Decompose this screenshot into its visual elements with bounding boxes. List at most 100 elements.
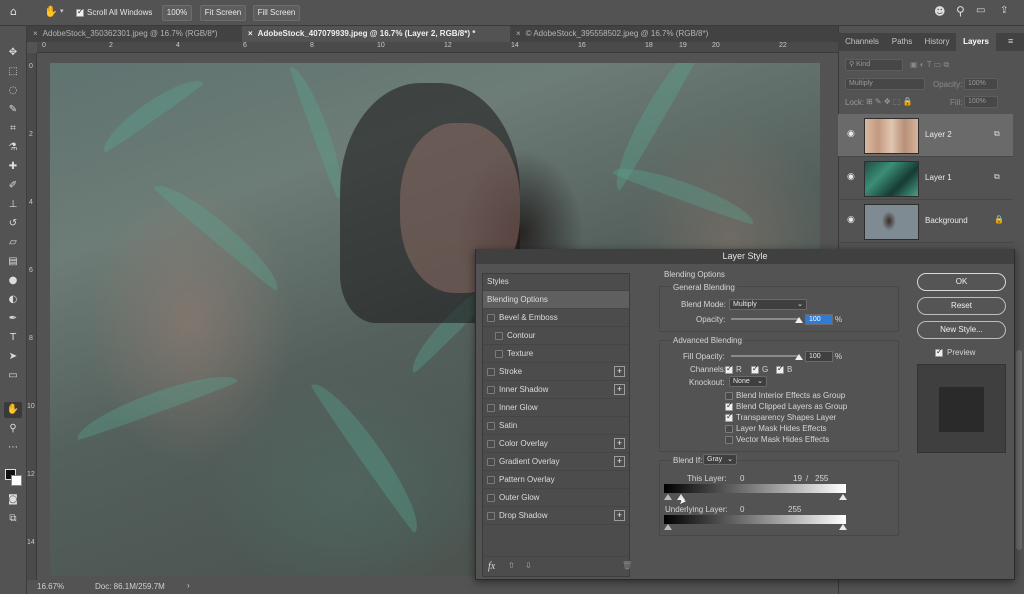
opacity-input[interactable]: 100: [805, 314, 833, 325]
history-brush-tool-icon[interactable]: ↺: [4, 216, 22, 232]
healing-brush-tool-icon[interactable]: ✚: [4, 159, 22, 175]
opacity-slider-track[interactable]: [731, 318, 799, 320]
layer-mask-hides-effects-option[interactable]: Layer Mask Hides Effects: [725, 424, 827, 433]
style-checkbox[interactable]: [487, 313, 495, 322]
channel-r-checkbox[interactable]: [725, 364, 733, 374]
layer-name[interactable]: Background: [925, 216, 968, 225]
visibility-eye-icon[interactable]: ◉: [847, 172, 855, 182]
style-item-satin[interactable]: Satin: [483, 417, 629, 435]
move-down-icon[interactable]: ⇩: [525, 561, 532, 570]
fill-opacity-slider-thumb[interactable]: [795, 354, 803, 360]
blur-tool-icon[interactable]: ●: [4, 273, 22, 289]
style-item-bevel-emboss[interactable]: Bevel & Emboss: [483, 309, 629, 327]
workspace-icon[interactable]: ▭: [976, 5, 985, 16]
add-inner-shadow-plus-icon[interactable]: +: [614, 384, 625, 395]
layer-kind-filter[interactable]: ⚲ Kind: [845, 59, 903, 71]
tool-preset-chevron-icon[interactable]: ▾: [60, 7, 64, 15]
visibility-eye-icon[interactable]: ◉: [847, 215, 855, 225]
channel-g-checkbox[interactable]: [751, 364, 759, 374]
zoom-100-button[interactable]: 100%: [162, 5, 192, 21]
layer-row-layer-2[interactable]: ◉ Layer 2 ⧉: [838, 114, 1013, 157]
style-item-gradient-overlay[interactable]: Gradient Overlay +: [483, 453, 629, 471]
rectangle-tool-icon[interactable]: ▭: [4, 368, 22, 384]
home-icon[interactable]: ⌂: [10, 5, 17, 18]
more-tools-icon[interactable]: ⋯: [4, 440, 22, 456]
style-checkbox[interactable]: [495, 349, 503, 358]
quick-mask-icon[interactable]: ◙: [4, 492, 22, 508]
ok-button[interactable]: OK: [917, 273, 1006, 291]
clone-stamp-tool-icon[interactable]: ⊥: [4, 197, 22, 213]
channel-b-checkbox[interactable]: [776, 364, 784, 374]
user-icon[interactable]: ☻: [934, 5, 945, 18]
tab-document-1[interactable]: × AdobeStock_350362301.jpeg @ 16.7% (RGB/…: [27, 26, 242, 42]
option-checkbox[interactable]: [725, 435, 733, 444]
option-checkbox[interactable]: [725, 412, 733, 422]
option-checkbox[interactable]: [725, 391, 733, 400]
layer-row-layer-1[interactable]: ◉ Layer 1 ⧉: [838, 157, 1013, 200]
tab-paths[interactable]: Paths: [886, 33, 918, 51]
panel-menu-icon[interactable]: ≡: [1008, 36, 1013, 46]
gradient-tool-icon[interactable]: ▤: [4, 254, 22, 270]
trash-icon[interactable]: 🗑: [622, 561, 632, 570]
this-layer-black-split-thumb[interactable]: [664, 494, 672, 500]
lasso-tool-icon[interactable]: ◌: [4, 83, 22, 99]
lock-options-icons[interactable]: ⊞ ✎ ✥ ⬚ 🔒: [866, 97, 913, 106]
style-checkbox[interactable]: [487, 403, 495, 412]
add-stroke-plus-icon[interactable]: +: [614, 366, 625, 377]
tab-channels[interactable]: Channels: [838, 33, 886, 51]
new-style-button[interactable]: New Style...: [917, 321, 1006, 339]
crop-tool-icon[interactable]: ⌗: [4, 121, 22, 137]
fill-opacity-slider-track[interactable]: [731, 355, 799, 357]
layer-fill-field[interactable]: 100%: [964, 96, 998, 108]
background-color-swatch[interactable]: [11, 475, 22, 486]
close-tab-icon[interactable]: ×: [33, 29, 38, 38]
pen-tool-icon[interactable]: ✒: [4, 311, 22, 327]
fx-icon[interactable]: fx: [488, 561, 495, 572]
screen-mode-icon[interactable]: ⧉: [4, 511, 22, 527]
blend-interior-effects-option[interactable]: Blend Interior Effects as Group: [725, 391, 845, 400]
quick-select-tool-icon[interactable]: ✎: [4, 102, 22, 118]
tab-layers[interactable]: Layers: [956, 33, 996, 51]
this-layer-gradient-bar[interactable]: [664, 484, 846, 493]
style-checkbox[interactable]: [487, 457, 495, 466]
style-item-color-overlay[interactable]: Color Overlay +: [483, 435, 629, 453]
move-up-icon[interactable]: ⇧: [508, 561, 515, 570]
panel-scrollbar[interactable]: [1015, 320, 1023, 590]
layer-row-background[interactable]: ◉ Background 🔒: [838, 200, 1013, 243]
hand-tool-icon[interactable]: ✋: [44, 5, 58, 18]
underlying-white-thumb[interactable]: [839, 524, 847, 530]
underlying-gradient-bar[interactable]: [664, 515, 846, 524]
this-layer-white-thumb[interactable]: [839, 494, 847, 500]
style-item-contour[interactable]: Contour: [483, 327, 629, 345]
style-item-texture[interactable]: Texture: [483, 345, 629, 363]
tab-history[interactable]: History: [918, 33, 956, 51]
style-checkbox[interactable]: [487, 511, 495, 520]
style-item-drop-shadow[interactable]: Drop Shadow +: [483, 507, 629, 525]
transparency-shapes-layer-option[interactable]: Transparency Shapes Layer: [725, 412, 836, 422]
vector-mask-hides-effects-option[interactable]: Vector Mask Hides Effects: [725, 435, 829, 444]
add-drop-shadow-plus-icon[interactable]: +: [614, 510, 625, 521]
fill-opacity-input[interactable]: 100: [805, 351, 833, 362]
eyedropper-tool-icon[interactable]: ⚗: [4, 140, 22, 156]
style-item-stroke[interactable]: Stroke +: [483, 363, 629, 381]
style-item-inner-shadow[interactable]: Inner Shadow +: [483, 381, 629, 399]
zoom-tool-icon[interactable]: ⚲: [4, 421, 22, 437]
marquee-tool-icon[interactable]: ⬚: [4, 64, 22, 80]
status-chevron-icon[interactable]: ›: [187, 581, 190, 590]
blend-clipped-layers-option[interactable]: Blend Clipped Layers as Group: [725, 401, 847, 411]
layer-name[interactable]: Layer 1: [925, 173, 952, 182]
dodge-tool-icon[interactable]: ◐: [4, 292, 22, 308]
style-checkbox[interactable]: [487, 367, 495, 376]
style-item-pattern-overlay[interactable]: Pattern Overlay: [483, 471, 629, 489]
style-checkbox[interactable]: [487, 421, 495, 430]
fill-screen-button[interactable]: Fill Screen: [253, 5, 300, 21]
move-tool-icon[interactable]: ✥: [4, 45, 22, 61]
knockout-select[interactable]: None ⌄: [729, 376, 767, 387]
type-tool-icon[interactable]: T: [4, 330, 22, 346]
fit-screen-button[interactable]: Fit Screen: [200, 5, 246, 21]
style-item-outer-glow[interactable]: Outer Glow: [483, 489, 629, 507]
share-icon[interactable]: ⇪: [1000, 5, 1008, 16]
underlying-black-thumb[interactable]: [664, 524, 672, 530]
add-color-overlay-plus-icon[interactable]: +: [614, 438, 625, 449]
preview-checkbox[interactable]: [935, 347, 943, 357]
